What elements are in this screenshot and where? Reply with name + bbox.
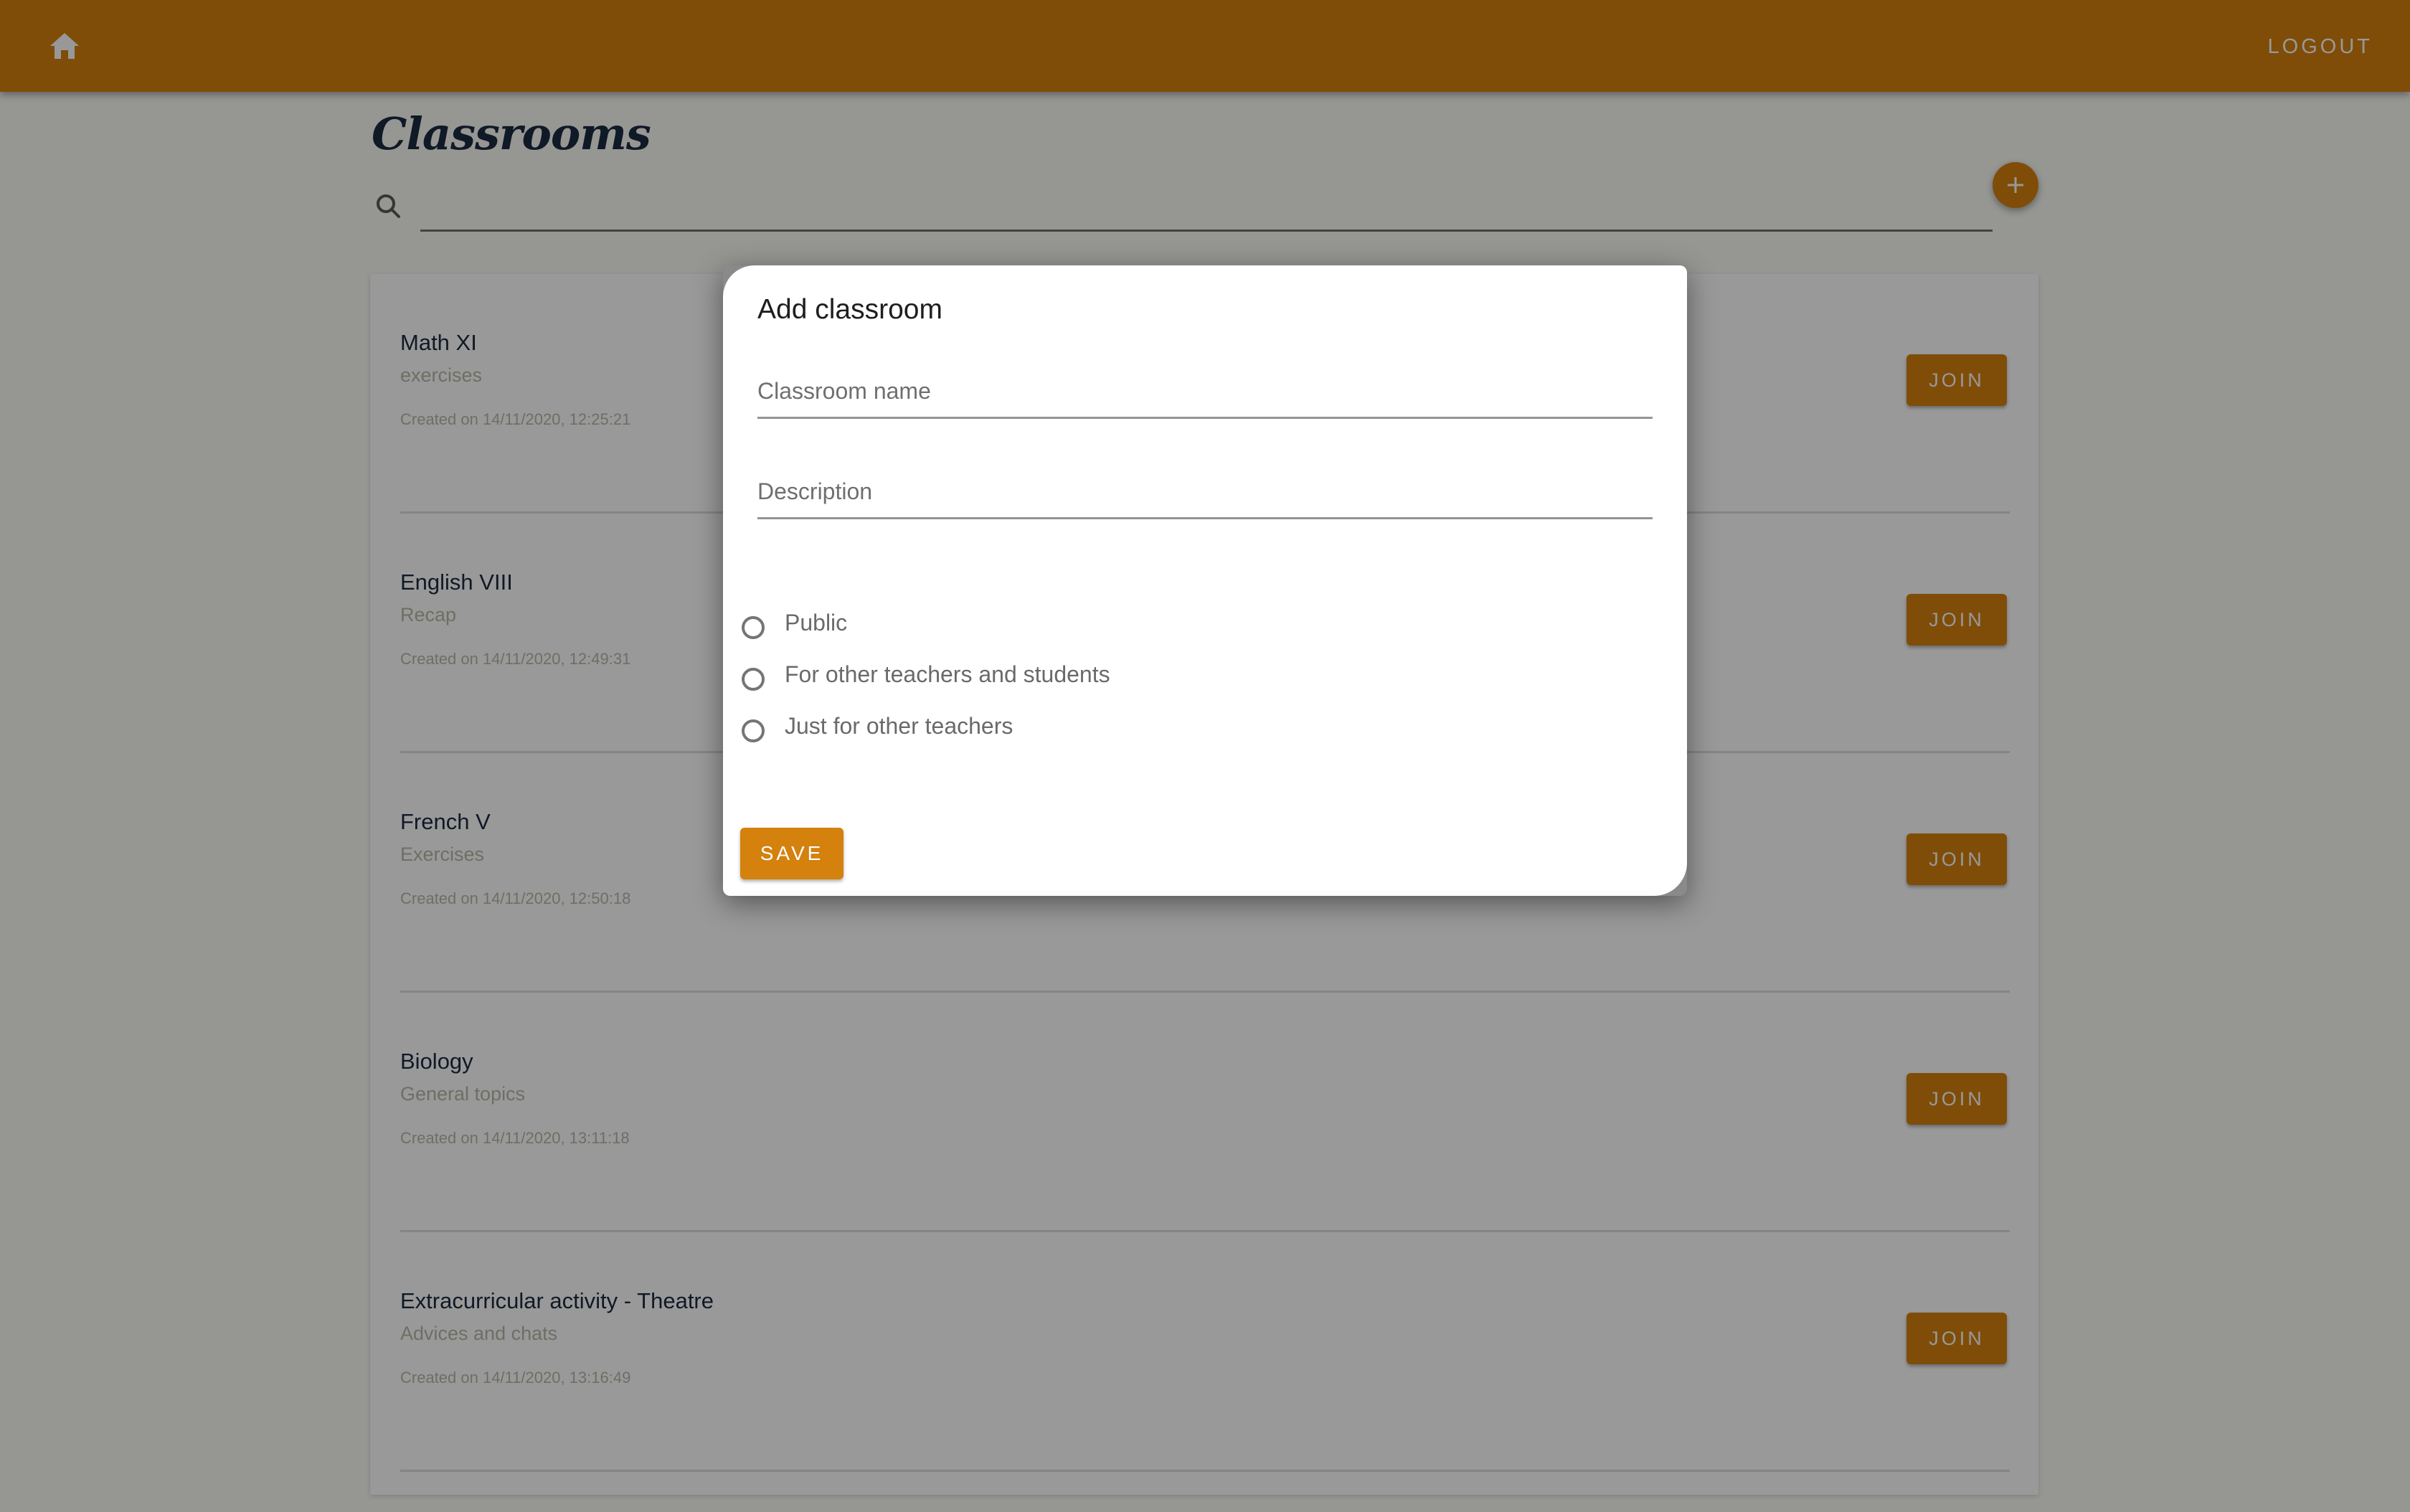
radio-button[interactable] <box>742 668 765 691</box>
radio-label: Just for other teachers <box>785 712 1013 739</box>
classroom-name-input[interactable] <box>757 366 1653 417</box>
radio-label: For other teachers and students <box>785 661 1110 687</box>
classroom-name-field[interactable] <box>757 366 1653 419</box>
description-field[interactable] <box>757 466 1653 519</box>
add-classroom-dialog: Add classroom Public For other teachers … <box>723 265 1687 896</box>
radio-teachers-and-students[interactable]: For other teachers and students <box>742 653 1110 696</box>
radio-button[interactable] <box>742 616 765 639</box>
radio-label: Public <box>785 609 848 635</box>
save-button[interactable]: SAVE <box>740 828 844 879</box>
radio-public[interactable]: Public <box>742 601 847 644</box>
radio-button[interactable] <box>742 719 765 742</box>
description-input[interactable] <box>757 466 1653 517</box>
dialog-title: Add classroom <box>757 294 942 325</box>
radio-teachers-only[interactable]: Just for other teachers <box>742 704 1013 747</box>
